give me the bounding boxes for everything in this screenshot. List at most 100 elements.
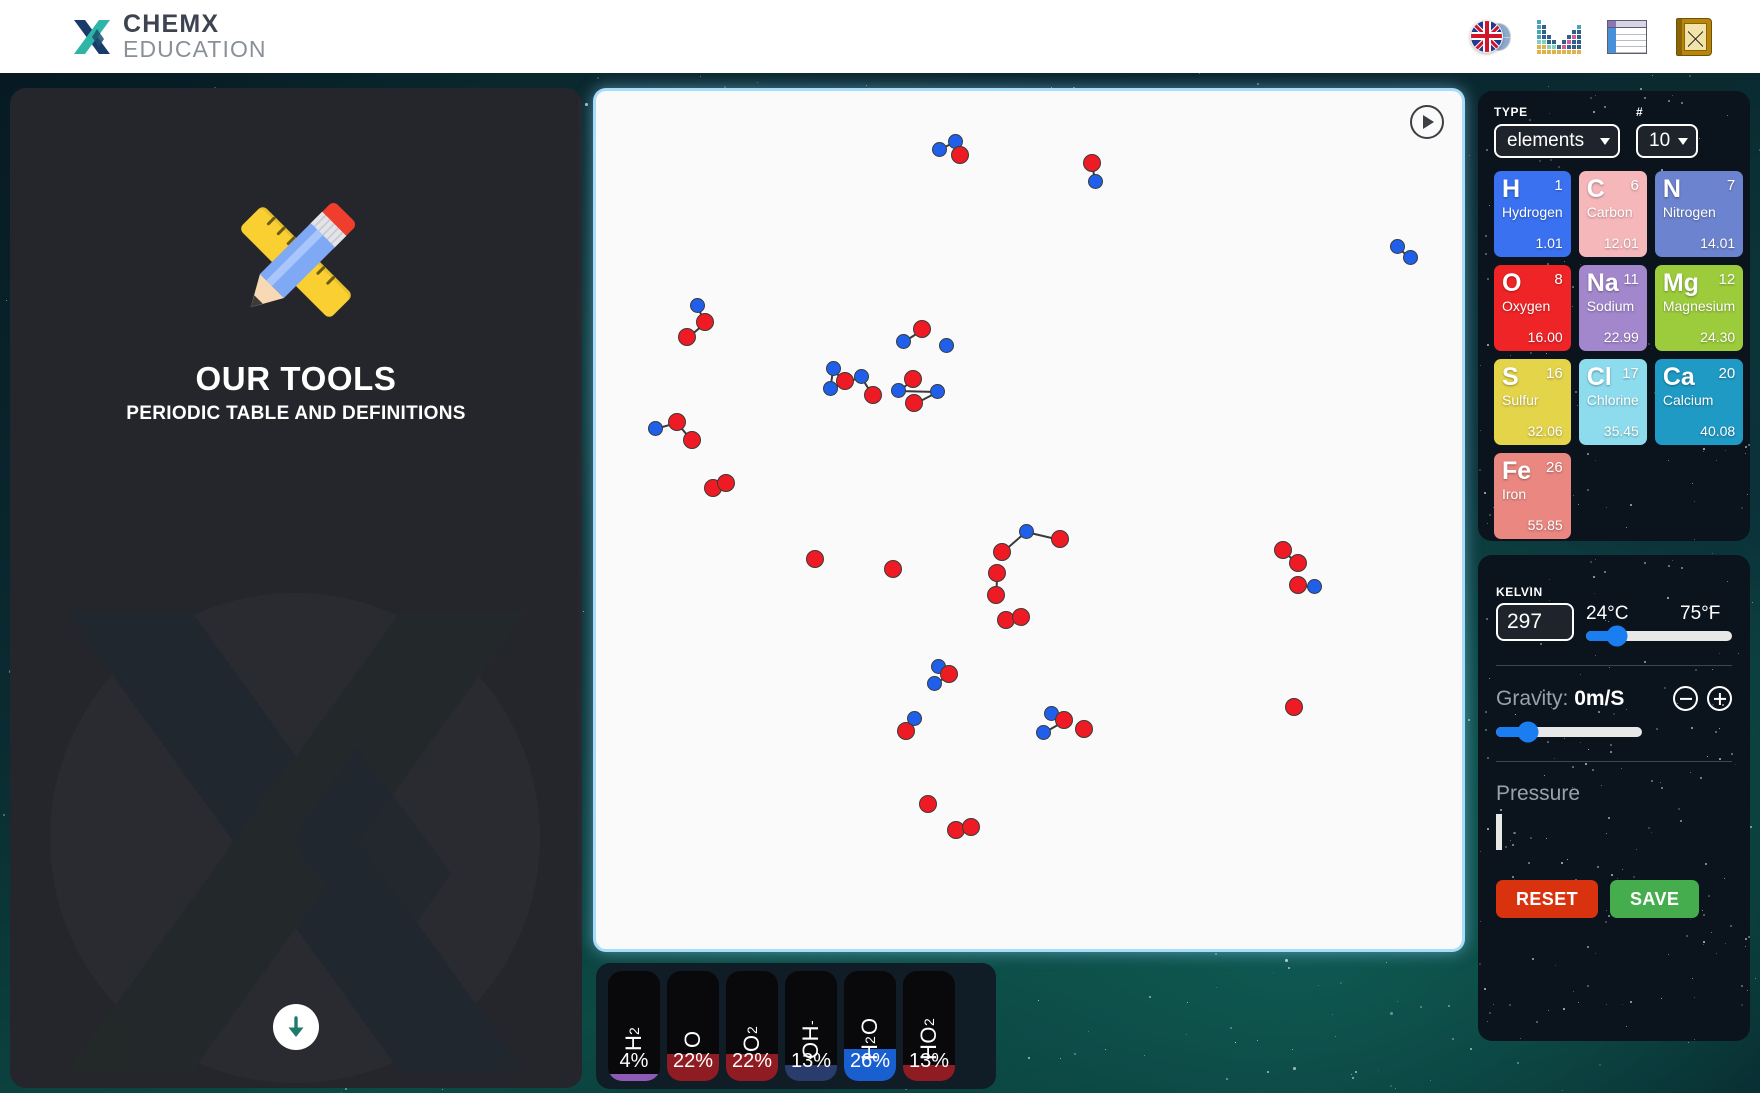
atom-oxygen[interactable] — [993, 543, 1011, 561]
atom-oxygen[interactable] — [919, 795, 937, 813]
atom-hydrogen[interactable] — [1018, 523, 1034, 539]
atom-oxygen[interactable] — [884, 560, 902, 578]
atom-hydrogen[interactable] — [853, 368, 869, 384]
atom-oxygen[interactable] — [988, 564, 1006, 582]
reset-button[interactable]: RESET — [1496, 880, 1599, 918]
element-card-iron[interactable]: Fe 26 Iron 55.85 — [1494, 453, 1571, 539]
atom-oxygen[interactable] — [951, 146, 969, 164]
atom-oxygen[interactable] — [668, 413, 686, 431]
pressure-indicator[interactable] — [1496, 814, 1502, 850]
element-name: Oxygen — [1502, 298, 1551, 314]
atom-hydrogen[interactable] — [1389, 238, 1405, 254]
language-flag-globe-icon[interactable] — [1469, 16, 1511, 58]
atom-oxygen[interactable] — [806, 550, 824, 568]
element-card-oxygen[interactable]: O 8 Oxygen 16.00 — [1494, 265, 1571, 351]
atom-hydrogen[interactable] — [1035, 724, 1051, 740]
atom-oxygen[interactable] — [987, 586, 1005, 604]
atom-oxygen[interactable] — [864, 386, 882, 404]
atom-hydrogen[interactable] — [1087, 173, 1103, 189]
element-number: 26 — [1546, 459, 1563, 476]
element-name: Chlorine — [1586, 392, 1639, 408]
element-card-magnesium[interactable]: Mg 12 Magnesium 24.30 — [1654, 265, 1744, 351]
molecule-bar-OH-[interactable]: OH - 13% — [785, 971, 837, 1081]
brand-tagline: EDUCATION — [123, 36, 267, 62]
brand-logo[interactable]: CHEMX EDUCATION — [74, 12, 267, 61]
atom-hydrogen[interactable] — [822, 380, 838, 396]
atom-oxygen[interactable] — [1051, 530, 1069, 548]
molecule-bar-HO2[interactable]: HO 2 13% — [903, 971, 955, 1081]
x-logo-icon — [74, 18, 110, 56]
atom-oxygen[interactable] — [1055, 711, 1073, 729]
atom-hydrogen[interactable] — [938, 337, 954, 353]
play-button-icon[interactable] — [1410, 105, 1444, 139]
element-card-sulfur[interactable]: S 16 Sulfur 32.06 — [1494, 359, 1571, 445]
atom-hydrogen[interactable] — [689, 297, 705, 313]
element-card-chlorine[interactable]: Cl 17 Chlorine 35.45 — [1578, 359, 1647, 445]
kelvin-input[interactable] — [1496, 603, 1574, 641]
simulation-area[interactable] — [596, 91, 1462, 949]
minus-circle-icon[interactable] — [1673, 686, 1698, 711]
element-card-carbon[interactable]: C 6 Carbon 12.01 — [1578, 171, 1647, 257]
spreadsheet-icon[interactable] — [1607, 16, 1649, 58]
atom-oxygen[interactable] — [836, 372, 854, 390]
atom-hydrogen[interactable] — [825, 360, 841, 376]
gravity-slider[interactable] — [1496, 721, 1642, 743]
save-button[interactable]: SAVE — [1610, 880, 1700, 918]
atom-hydrogen[interactable] — [931, 141, 947, 157]
atom-oxygen[interactable] — [1083, 154, 1101, 172]
atom-oxygen[interactable] — [1289, 576, 1307, 594]
atom-hydrogen[interactable] — [906, 710, 922, 726]
plus-circle-icon[interactable] — [1707, 686, 1732, 711]
arrow-down-icon[interactable] — [273, 1004, 319, 1050]
element-card-nitrogen[interactable]: N 7 Nitrogen 14.01 — [1654, 171, 1744, 257]
atom-hydrogen[interactable] — [1306, 578, 1322, 594]
atom-oxygen[interactable] — [904, 370, 922, 388]
atom-oxygen[interactable] — [1075, 720, 1093, 738]
element-card-hydrogen[interactable]: H 1 Hydrogen 1.01 — [1494, 171, 1571, 257]
book-icon[interactable] — [1676, 16, 1718, 58]
atom-hydrogen[interactable] — [895, 333, 911, 349]
element-mass: 16.00 — [1527, 329, 1563, 345]
molecule-bar-H2O[interactable]: H2O 26% — [844, 971, 896, 1081]
molecule-canvas[interactable] — [596, 91, 1462, 949]
atom-oxygen[interactable] — [962, 818, 980, 836]
celsius-value: 24°C — [1586, 603, 1629, 624]
element-name: Hydrogen — [1502, 204, 1563, 220]
temperature-slider[interactable] — [1586, 625, 1732, 647]
left-tools-panel: OUR TOOLS PERIODIC TABLE AND DEFINITIONS — [10, 88, 582, 1088]
molecule-bar-O2[interactable]: O2 22% — [726, 971, 778, 1081]
element-card-sodium[interactable]: Na 11 Sodium 22.99 — [1578, 265, 1647, 351]
element-name: Iron — [1502, 486, 1527, 502]
atom-hydrogen[interactable] — [929, 383, 945, 399]
atom-hydrogen[interactable] — [890, 382, 906, 398]
atom-hydrogen[interactable] — [1402, 249, 1418, 265]
app-stage: OUR TOOLS PERIODIC TABLE AND DEFINITIONS… — [0, 73, 1760, 1093]
element-number: 7 — [1726, 177, 1736, 194]
divider — [1496, 665, 1732, 666]
atom-oxygen[interactable] — [940, 665, 958, 683]
type-select[interactable]: elements — [1494, 124, 1620, 158]
atom-oxygen[interactable] — [678, 328, 696, 346]
element-number: 16 — [1546, 365, 1563, 382]
element-mass: 12.01 — [1603, 235, 1639, 251]
atom-hydrogen[interactable] — [647, 420, 663, 436]
atom-oxygen[interactable] — [1285, 698, 1303, 716]
count-select[interactable]: 10 — [1636, 124, 1698, 158]
atom-oxygen[interactable] — [683, 431, 701, 449]
atom-oxygen[interactable] — [1289, 554, 1307, 572]
atom-oxygen[interactable] — [696, 313, 714, 331]
atom-oxygen[interactable] — [1274, 541, 1292, 559]
molecule-bar-H2[interactable]: H2 4% — [608, 971, 660, 1081]
molecule-bar-O[interactable]: O 22% — [667, 971, 719, 1081]
atom-oxygen[interactable] — [913, 320, 931, 338]
periodic-table-chart-icon[interactable] — [1537, 16, 1581, 58]
atom-oxygen[interactable] — [905, 394, 923, 412]
type-select-value: elements — [1507, 130, 1585, 151]
atom-hydrogen[interactable] — [926, 675, 942, 691]
atom-oxygen[interactable] — [1012, 608, 1030, 626]
chevron-down-icon — [1678, 137, 1688, 145]
atom-oxygen[interactable] — [717, 474, 735, 492]
molecule-percent: 13% — [790, 1050, 832, 1072]
element-card-calcium[interactable]: Ca 20 Calcium 40.08 — [1654, 359, 1744, 445]
fahrenheit-value: 75°F — [1680, 603, 1721, 624]
